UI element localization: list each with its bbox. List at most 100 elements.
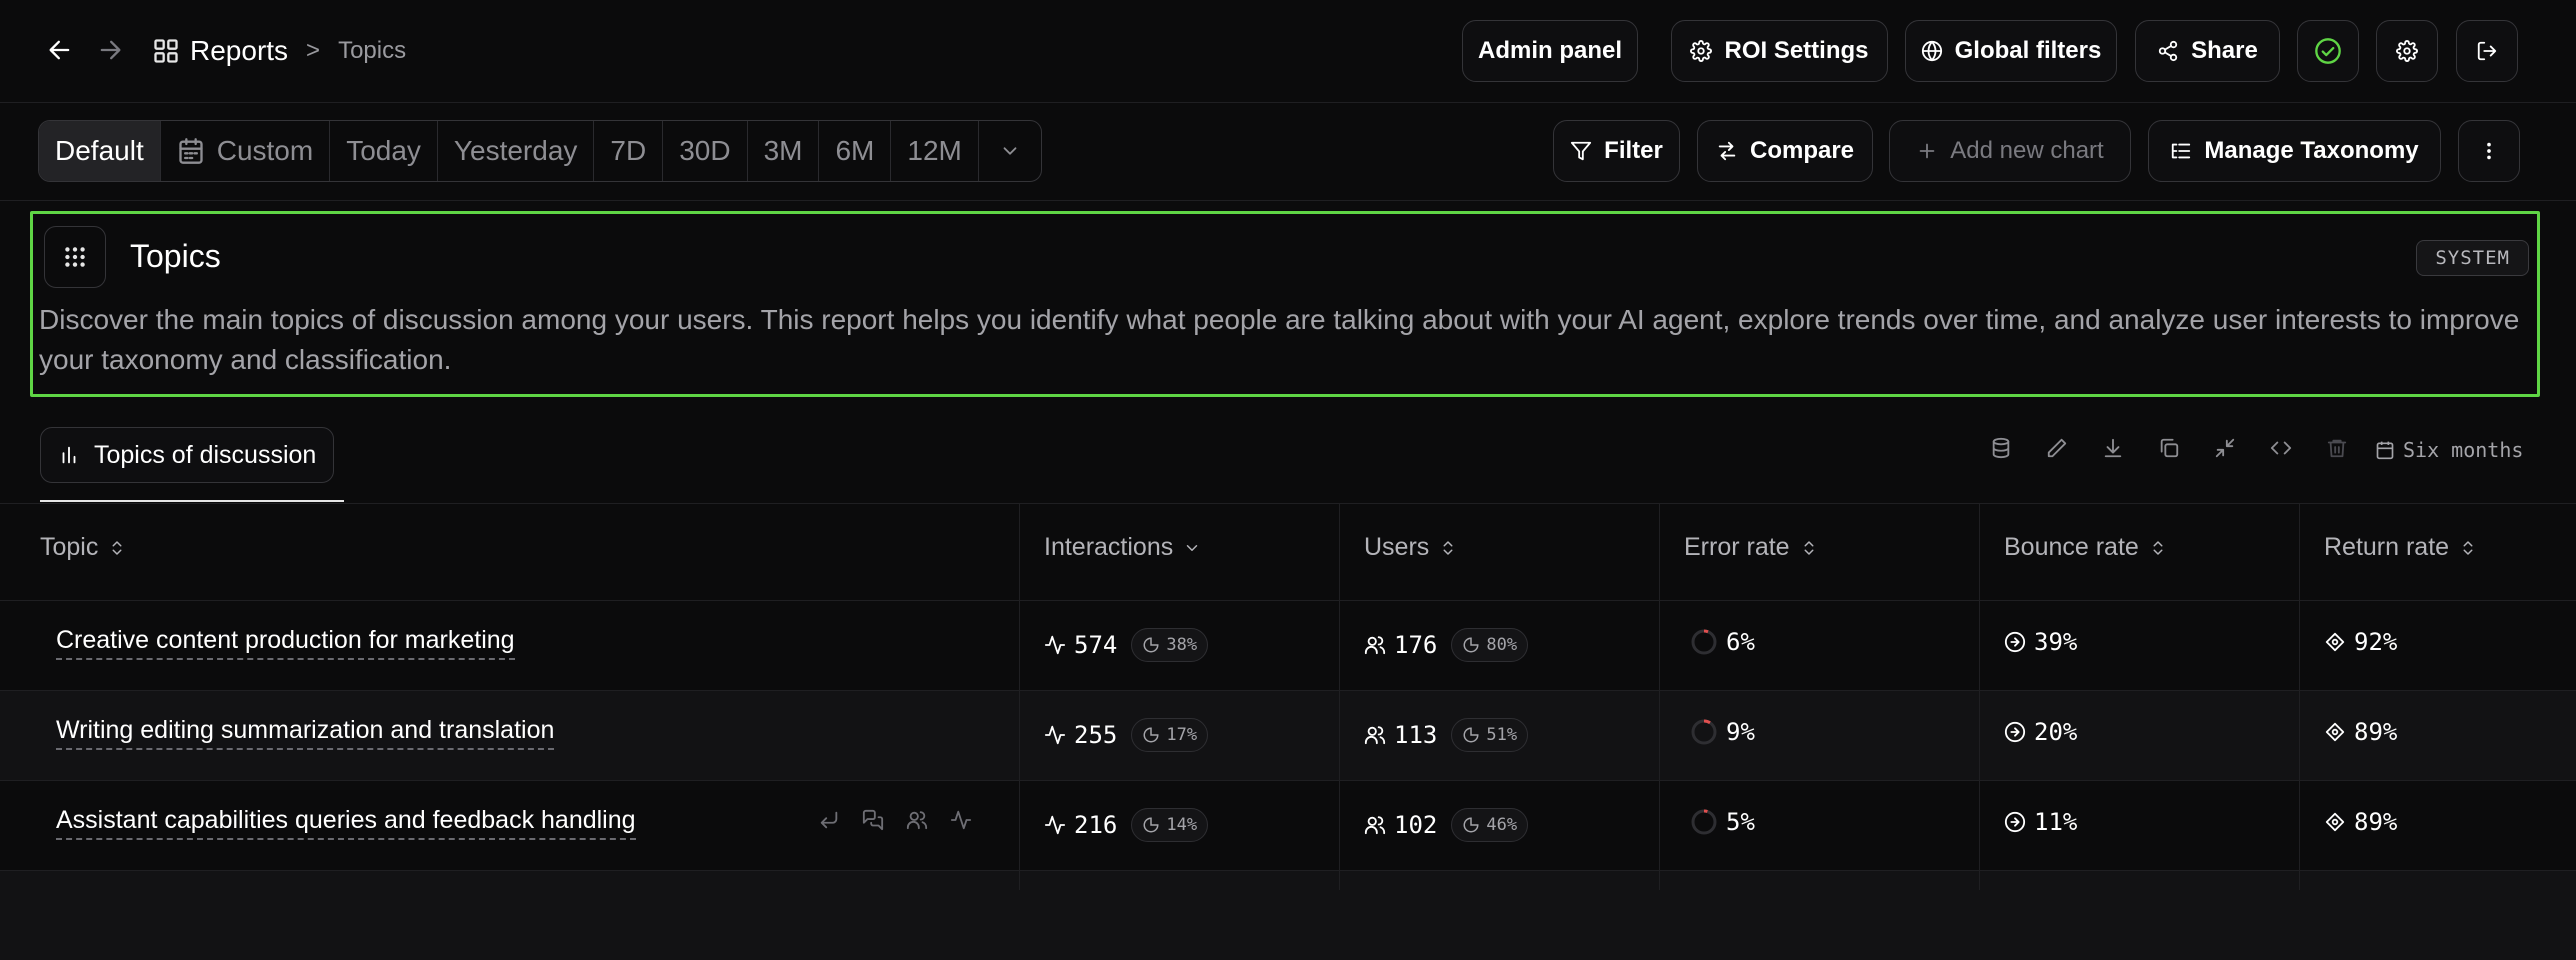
column-header-users[interactable]: Users <box>1364 533 1457 562</box>
plus-icon <box>1916 140 1938 162</box>
range-3m[interactable]: 3M <box>746 121 819 181</box>
globe-icon <box>1921 40 1943 62</box>
bounce-rate-value: 20% <box>2034 718 2078 746</box>
range-12m[interactable]: 12M <box>890 121 977 181</box>
compare-button[interactable]: Compare <box>1697 120 1873 182</box>
pie-icon <box>1462 816 1480 834</box>
report-description: Discover the main topics of discussion a… <box>39 304 2520 375</box>
sort-icon <box>1439 539 1457 557</box>
column-header-return-rate[interactable]: Return rate <box>2324 533 2477 562</box>
logout-button[interactable] <box>2456 20 2518 82</box>
table-row[interactable] <box>0 870 2576 960</box>
pie-icon <box>1462 726 1480 744</box>
target-icon <box>2324 811 2346 833</box>
bounce-rate-cell: 20% <box>2004 718 2077 746</box>
error-rate-cell: 5% <box>1690 808 1755 836</box>
bounce-rate-value: 11% <box>2034 808 2078 836</box>
users-pct: 46% <box>1486 815 1518 835</box>
error-rate-value: 9% <box>1726 718 1755 746</box>
range-default[interactable]: Default <box>39 121 160 181</box>
column-header-label: Topic <box>40 533 99 561</box>
range-custom[interactable]: Custom <box>159 121 329 181</box>
period-selector[interactable]: Six months <box>2375 438 2523 462</box>
users-icon <box>1364 724 1386 746</box>
sort-icon <box>2149 539 2167 557</box>
global-filters-button[interactable]: Global filters <box>1905 20 2117 82</box>
target-icon <box>2324 631 2346 653</box>
users-icon[interactable] <box>906 809 928 831</box>
admin-panel-button[interactable]: Admin panel <box>1462 20 1638 82</box>
filter-button[interactable]: Filter <box>1553 120 1680 182</box>
range-yesterday-label: Yesterday <box>453 135 578 166</box>
activity-icon[interactable] <box>950 809 972 831</box>
trash-icon[interactable] <box>2326 437 2348 459</box>
pie-icon <box>1142 636 1160 654</box>
range-6m-label: 6M <box>835 135 875 166</box>
range-more-dropdown[interactable] <box>977 121 1041 181</box>
tab-topics-of-discussion[interactable]: Topics of discussion <box>40 427 335 483</box>
code-icon[interactable] <box>2270 437 2292 459</box>
tab-label: Topics of discussion <box>94 440 317 469</box>
activity-icon <box>1044 724 1066 746</box>
users-pct: 51% <box>1486 725 1518 745</box>
sort-icon <box>1800 539 1818 557</box>
column-divider <box>1019 503 1020 890</box>
forward-arrow-icon[interactable] <box>96 36 124 64</box>
filter-label: Filter <box>1604 137 1663 164</box>
chat-icon[interactable] <box>862 809 884 831</box>
range-7d[interactable]: 7D <box>593 121 662 181</box>
add-new-chart-button[interactable]: Add new chart <box>1889 120 2131 182</box>
sort-icon <box>108 539 126 557</box>
range-30d-label: 30D <box>679 135 731 166</box>
progress-ring-icon <box>1690 718 1718 746</box>
minimize-icon[interactable] <box>2214 437 2236 459</box>
breadcrumb-separator: > <box>306 37 321 64</box>
users-cell: 176 80% <box>1364 628 1529 662</box>
range-30d[interactable]: 30D <box>662 121 746 181</box>
download-icon[interactable] <box>2102 437 2124 459</box>
drag-handle-button[interactable] <box>44 226 106 288</box>
sort-icon <box>2459 539 2477 557</box>
settings-button[interactable] <box>2376 20 2438 82</box>
edit-pencil-icon[interactable] <box>2046 437 2068 459</box>
return-rate-cell: 92% <box>2324 628 2397 656</box>
range-yesterday[interactable]: Yesterday <box>436 121 594 181</box>
interactions-cell: 255 17% <box>1044 718 1209 752</box>
reply-icon[interactable] <box>818 809 840 831</box>
row-actions <box>818 809 972 831</box>
activity-icon <box>1044 634 1066 656</box>
share-pill: 38% <box>1131 628 1209 662</box>
share-button[interactable]: Share <box>2135 20 2280 82</box>
interactions-value: 216 <box>1074 811 1118 839</box>
back-arrow-icon[interactable] <box>46 36 74 64</box>
manage-taxonomy-button[interactable]: Manage Taxonomy <box>2148 120 2441 182</box>
arrow-circle-icon <box>2004 811 2026 833</box>
arrow-circle-icon <box>2004 721 2026 743</box>
add-new-chart-label: Add new chart <box>1950 137 2104 164</box>
topic-link[interactable]: Creative content production for marketin… <box>56 626 515 660</box>
copy-icon[interactable] <box>2158 437 2180 459</box>
progress-ring-icon <box>1690 808 1718 836</box>
column-header-interactions[interactable]: Interactions <box>1044 533 1201 562</box>
column-header-bounce-rate[interactable]: Bounce rate <box>2004 533 2167 562</box>
range-today[interactable]: Today <box>329 121 437 181</box>
topic-link[interactable]: Writing editing summarization and transl… <box>56 716 555 750</box>
return-rate-cell: 89% <box>2324 808 2397 836</box>
topic-link[interactable]: Assistant capabilities queries and feedb… <box>56 806 636 840</box>
users-value: 176 <box>1394 631 1438 659</box>
users-pct: 80% <box>1486 635 1518 655</box>
roi-settings-button[interactable]: ROI Settings <box>1671 20 1888 82</box>
more-options-button[interactable] <box>2458 120 2520 182</box>
date-range-selector: Default Custom Today Yesterday 7D 30D 3M… <box>38 120 1042 182</box>
status-check-button[interactable] <box>2297 20 2359 82</box>
return-rate-value: 92% <box>2354 628 2398 656</box>
column-divider <box>1979 503 1980 890</box>
range-6m[interactable]: 6M <box>818 121 890 181</box>
share-pill: 14% <box>1131 808 1209 842</box>
column-header-error-rate[interactable]: Error rate <box>1684 533 1818 562</box>
breadcrumb-reports-link[interactable]: Reports <box>190 35 288 67</box>
column-header-topic[interactable]: Topic <box>40 533 126 562</box>
manage-taxonomy-label: Manage Taxonomy <box>2204 137 2419 164</box>
database-icon[interactable] <box>1990 437 2012 459</box>
calendar-icon <box>177 137 205 165</box>
